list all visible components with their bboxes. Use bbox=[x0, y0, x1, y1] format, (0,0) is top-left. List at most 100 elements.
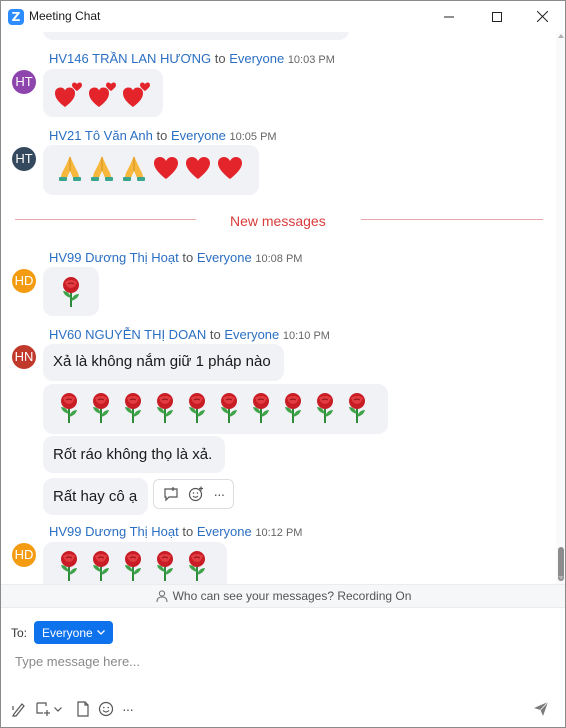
rose-emoji-row bbox=[55, 550, 215, 582]
chat-scrollbar[interactable] bbox=[556, 32, 565, 584]
sender-target[interactable]: Everyone bbox=[197, 250, 252, 265]
pray-heart-emoji-row bbox=[55, 153, 247, 183]
title-bar: Z Meeting Chat bbox=[1, 1, 565, 32]
send-icon bbox=[534, 701, 549, 716]
add-reaction-icon[interactable] bbox=[188, 486, 204, 502]
message-time: 10:03 PM bbox=[287, 54, 335, 66]
chevron-down-icon bbox=[96, 630, 105, 635]
rose-emoji-icon bbox=[55, 550, 83, 582]
sender-target[interactable]: Everyone bbox=[224, 327, 279, 342]
more-icon[interactable]: ··· bbox=[213, 486, 225, 502]
message-bubble[interactable] bbox=[43, 384, 388, 434]
message-bubble[interactable] bbox=[43, 267, 99, 316]
meeting-chat-window: Z Meeting Chat HT HV146 TRẦN LAN HƯƠNG t… bbox=[0, 0, 566, 728]
rose-emoji-row bbox=[57, 276, 89, 308]
scroll-up-arrow-icon[interactable] bbox=[558, 34, 564, 38]
rose-emoji-icon bbox=[183, 392, 211, 424]
avatar[interactable]: HT bbox=[12, 70, 36, 94]
red-heart-emoji-icon bbox=[215, 153, 245, 183]
reply-icon[interactable] bbox=[163, 486, 179, 502]
rose-emoji-icon bbox=[151, 392, 179, 424]
minimize-button[interactable] bbox=[426, 1, 472, 32]
message-hover-toolbar: ··· bbox=[153, 479, 234, 509]
avatar[interactable]: HD bbox=[12, 543, 36, 567]
rose-emoji-row bbox=[55, 392, 375, 424]
message-time: 10:05 PM bbox=[229, 131, 277, 143]
rose-emoji-icon bbox=[55, 392, 83, 424]
rose-emoji-icon bbox=[215, 392, 243, 424]
screenshot-icon[interactable] bbox=[35, 699, 52, 719]
message-bubble[interactable] bbox=[43, 145, 259, 195]
message-time: 10:08 PM bbox=[255, 253, 303, 265]
sender-name[interactable]: HV21 Tô Văn Anh bbox=[49, 128, 153, 143]
sender-name[interactable]: HV60 NGUYỄN THỊ DOAN bbox=[49, 327, 206, 342]
more-icon[interactable]: ··· bbox=[122, 699, 134, 719]
message-bubble[interactable]: Rất hay cô ạ bbox=[43, 478, 148, 515]
sender-target[interactable]: Everyone bbox=[197, 524, 252, 539]
two-hearts-emoji-row bbox=[53, 79, 155, 111]
format-icon[interactable] bbox=[11, 699, 27, 719]
red-heart-emoji-icon bbox=[183, 153, 213, 183]
two-hearts-emoji-icon bbox=[87, 79, 119, 111]
sender-target[interactable]: Everyone bbox=[229, 51, 284, 66]
message-text: Rất hay cô ạ bbox=[53, 488, 138, 505]
rose-emoji-icon bbox=[247, 392, 275, 424]
pray-emoji-icon bbox=[55, 153, 85, 183]
rose-emoji-icon bbox=[279, 392, 307, 424]
rose-emoji-icon bbox=[183, 550, 211, 582]
sender-name[interactable]: HV146 TRẦN LAN HƯƠNG bbox=[49, 51, 211, 66]
rose-emoji-icon bbox=[151, 550, 179, 582]
maximize-icon bbox=[492, 11, 502, 22]
zoom-app-icon: Z bbox=[8, 9, 24, 25]
pray-emoji-icon bbox=[119, 153, 149, 183]
message-sender-line: HV146 TRẦN LAN HƯƠNG to Everyone 10:03 P… bbox=[49, 51, 335, 66]
avatar[interactable]: HN bbox=[12, 345, 36, 369]
avatar[interactable]: HD bbox=[12, 269, 36, 293]
chevron-down-icon[interactable] bbox=[54, 699, 62, 719]
message-time: 10:12 PM bbox=[255, 527, 303, 539]
message-bubble[interactable] bbox=[43, 69, 163, 117]
sender-to: to bbox=[156, 128, 168, 143]
people-icon bbox=[156, 589, 168, 602]
window-title: Meeting Chat bbox=[29, 9, 101, 23]
message-input[interactable] bbox=[15, 650, 545, 672]
message-time: 10:10 PM bbox=[282, 330, 330, 342]
message-visibility-banner[interactable]: Who can see your messages? Recording On bbox=[1, 584, 565, 608]
recipient-select[interactable]: Everyone bbox=[34, 621, 113, 644]
close-button[interactable] bbox=[519, 1, 565, 32]
close-icon bbox=[536, 11, 548, 22]
message-bubble[interactable]: Rốt ráo không thọ là xả. bbox=[43, 436, 225, 473]
new-messages-label: New messages bbox=[230, 213, 326, 229]
new-messages-divider-left bbox=[15, 219, 196, 220]
red-heart-emoji-icon bbox=[151, 153, 181, 183]
visibility-text: Who can see your messages? Recording On bbox=[172, 589, 412, 603]
scroll-down-arrow-icon[interactable] bbox=[558, 576, 564, 580]
sender-target[interactable]: Everyone bbox=[171, 128, 226, 143]
pray-emoji-icon bbox=[87, 153, 117, 183]
message-sender-line: HV60 NGUYỄN THỊ DOAN to Everyone 10:10 P… bbox=[49, 327, 330, 342]
send-button[interactable] bbox=[531, 699, 551, 719]
message-bubble-partial bbox=[43, 32, 349, 40]
rose-emoji-icon bbox=[87, 392, 115, 424]
emoji-icon[interactable] bbox=[98, 699, 114, 719]
message-bubble[interactable]: Xả là không nắm giữ 1 pháp nào bbox=[43, 344, 284, 381]
two-hearts-emoji-icon bbox=[121, 79, 153, 111]
rose-emoji-icon bbox=[311, 392, 339, 424]
message-bubble[interactable] bbox=[43, 542, 227, 584]
sender-to: to bbox=[182, 524, 194, 539]
sender-name[interactable]: HV99 Dương Thị Hoạt bbox=[49, 250, 179, 265]
maximize-button[interactable] bbox=[474, 1, 520, 32]
chat-messages[interactable]: HT HV146 TRẦN LAN HƯƠNG to Everyone 10:0… bbox=[1, 32, 565, 584]
avatar[interactable]: HT bbox=[12, 147, 36, 171]
composer-toolbar: ··· bbox=[11, 699, 141, 719]
sender-to: to bbox=[209, 327, 221, 342]
to-label: To: bbox=[11, 626, 28, 640]
rose-emoji-icon bbox=[343, 392, 371, 424]
rose-emoji-icon bbox=[119, 392, 147, 424]
file-icon[interactable] bbox=[76, 699, 90, 719]
message-sender-line: HV99 Dương Thị Hoạt to Everyone 10:12 PM bbox=[49, 524, 302, 539]
sender-to: to bbox=[214, 51, 226, 66]
message-sender-line: HV21 Tô Văn Anh to Everyone 10:05 PM bbox=[49, 128, 277, 143]
sender-name[interactable]: HV99 Dương Thị Hoạt bbox=[49, 524, 179, 539]
message-sender-line: HV99 Dương Thị Hoạt to Everyone 10:08 PM bbox=[49, 250, 302, 265]
